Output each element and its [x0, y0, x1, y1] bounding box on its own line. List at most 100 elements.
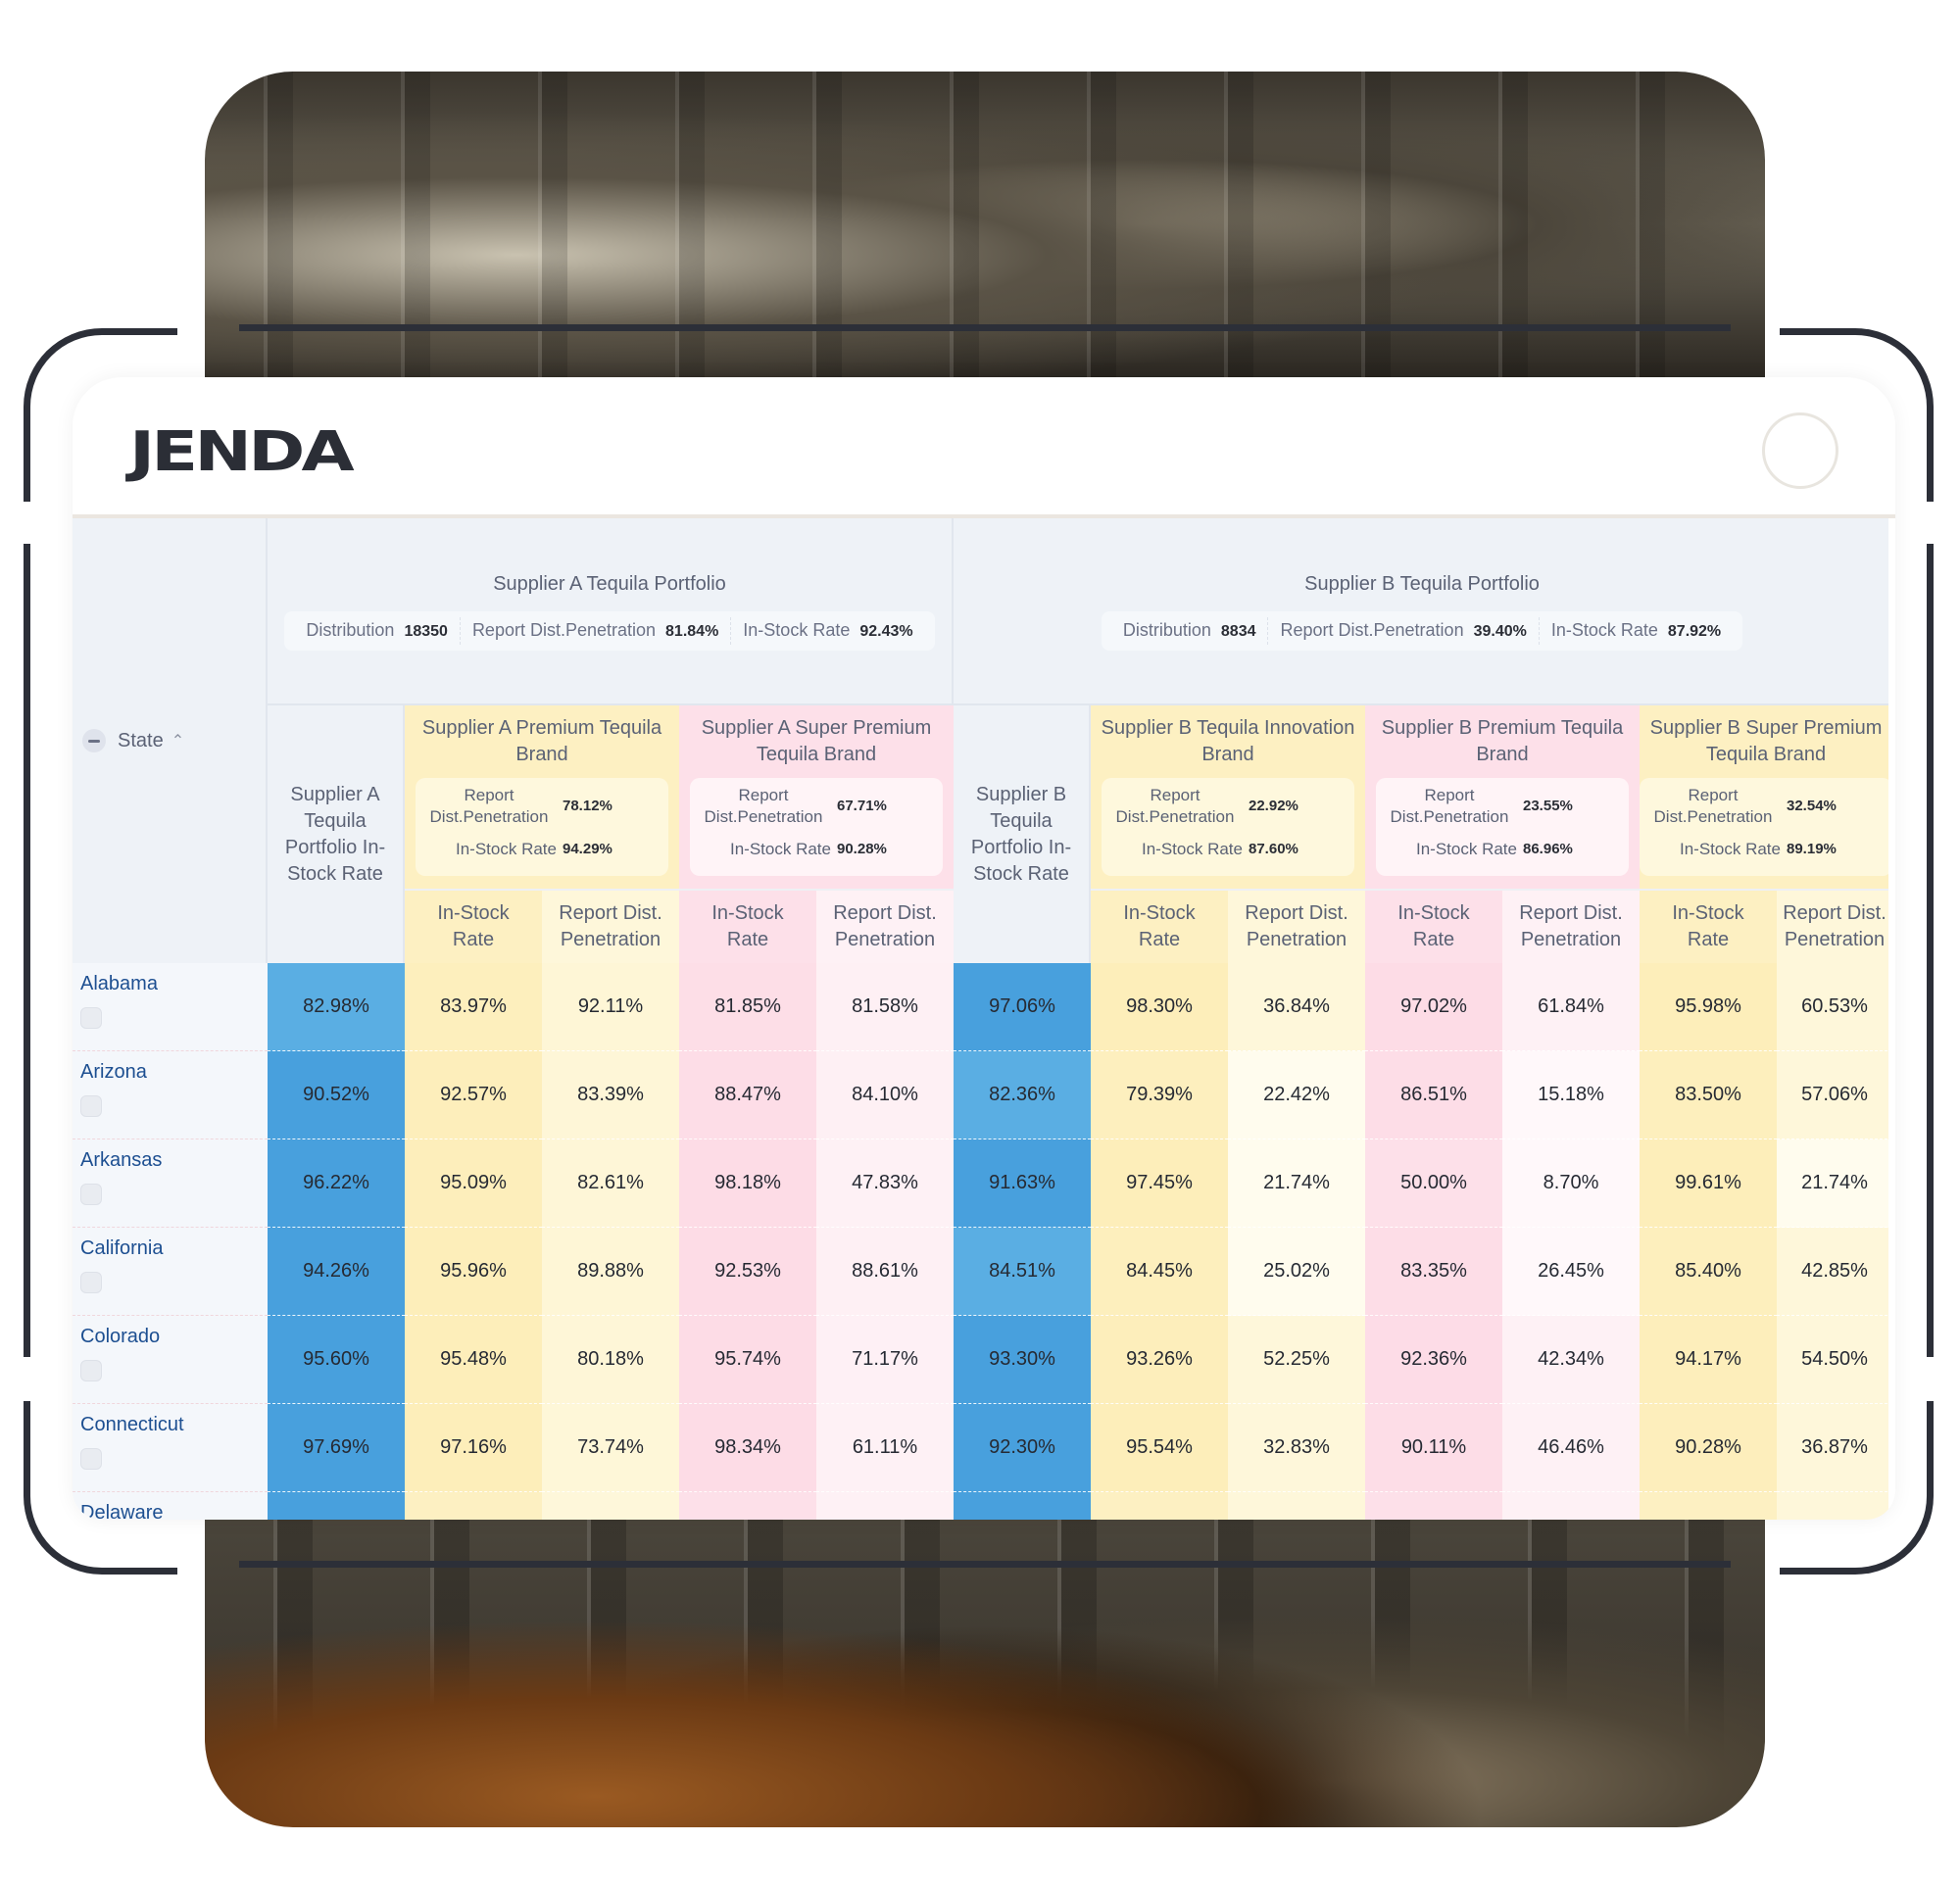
state-name[interactable]: Alabama: [80, 971, 158, 997]
data-cell[interactable]: 71.17%: [816, 1316, 954, 1404]
data-cell[interactable]: 36.87%: [1777, 1404, 1888, 1492]
data-cell[interactable]: 42.85%: [1777, 1228, 1888, 1316]
data-cell[interactable]: [1502, 1492, 1640, 1520]
data-cell[interactable]: 97.02%: [1365, 963, 1502, 1051]
data-cell[interactable]: 95.54%: [1091, 1404, 1228, 1492]
row-checkbox[interactable]: [80, 1184, 102, 1205]
data-cell[interactable]: [405, 1492, 542, 1520]
instock-column-header[interactable]: In-Stock Rate: [1091, 889, 1228, 963]
data-cell[interactable]: 90.28%: [1640, 1404, 1777, 1492]
data-cell[interactable]: [679, 1492, 816, 1520]
data-cell[interactable]: 92.57%: [405, 1051, 542, 1139]
state-name[interactable]: Arkansas: [80, 1147, 162, 1174]
data-cell[interactable]: 15.18%: [1502, 1051, 1640, 1139]
data-cell[interactable]: 84.51%: [954, 1228, 1091, 1316]
data-cell[interactable]: 98.18%: [679, 1139, 816, 1228]
brand-header[interactable]: Supplier B Super Premium Tequila Brand Re…: [1640, 705, 1888, 889]
data-cell[interactable]: 84.45%: [1091, 1228, 1228, 1316]
brand-header[interactable]: Supplier A Super Premium Tequila Brand Re…: [679, 705, 954, 889]
data-cell[interactable]: 25.02%: [1228, 1228, 1365, 1316]
data-cell[interactable]: 97.69%: [268, 1404, 405, 1492]
portfolio-instock-header[interactable]: Supplier A Tequila Portfolio In-Stock Ra…: [268, 705, 405, 963]
row-checkbox[interactable]: [80, 1272, 102, 1293]
data-cell[interactable]: 95.96%: [405, 1228, 542, 1316]
data-cell[interactable]: 82.61%: [542, 1139, 679, 1228]
data-cell[interactable]: 84.10%: [816, 1051, 954, 1139]
penetration-column-header[interactable]: Report Dist. Penetration: [1777, 889, 1888, 963]
data-cell[interactable]: 90.11%: [1365, 1404, 1502, 1492]
data-cell[interactable]: 97.06%: [954, 963, 1091, 1051]
state-name[interactable]: Colorado: [80, 1324, 160, 1350]
brand-header[interactable]: Supplier B Tequila Innovation Brand Repor…: [1091, 705, 1365, 889]
state-row-header[interactable]: Arizona: [73, 1051, 268, 1139]
data-cell[interactable]: [816, 1492, 954, 1520]
data-cell[interactable]: 86.51%: [1365, 1051, 1502, 1139]
data-cell[interactable]: [954, 1492, 1091, 1520]
brand-header[interactable]: Supplier A Premium Tequila Brand Report D…: [405, 705, 679, 889]
data-cell[interactable]: 97.45%: [1091, 1139, 1228, 1228]
data-cell[interactable]: 81.58%: [816, 963, 954, 1051]
penetration-column-header[interactable]: Report Dist. Penetration: [816, 889, 954, 963]
data-cell[interactable]: 92.11%: [542, 963, 679, 1051]
data-cell[interactable]: 98.30%: [1091, 963, 1228, 1051]
data-cell[interactable]: 99.61%: [1640, 1139, 1777, 1228]
data-cell[interactable]: 83.97%: [405, 963, 542, 1051]
data-cell[interactable]: 92.30%: [954, 1404, 1091, 1492]
state-row-header[interactable]: Alabama: [73, 963, 268, 1051]
data-cell[interactable]: 60.53%: [1777, 963, 1888, 1051]
data-cell[interactable]: 36.84%: [1228, 963, 1365, 1051]
data-cell[interactable]: 80.18%: [542, 1316, 679, 1404]
sort-caret-up-icon[interactable]: ⌃: [172, 728, 184, 754]
data-cell[interactable]: 94.26%: [268, 1228, 405, 1316]
state-name[interactable]: Connecticut: [80, 1412, 184, 1438]
data-cell[interactable]: 82.98%: [268, 963, 405, 1051]
data-cell[interactable]: 88.61%: [816, 1228, 954, 1316]
data-cell[interactable]: [1091, 1492, 1228, 1520]
data-cell[interactable]: [1365, 1492, 1502, 1520]
data-cell[interactable]: 94.17%: [1640, 1316, 1777, 1404]
row-checkbox[interactable]: [80, 1007, 102, 1029]
data-cell[interactable]: 21.74%: [1777, 1139, 1888, 1228]
data-cell[interactable]: 61.84%: [1502, 963, 1640, 1051]
instock-column-header[interactable]: In-Stock Rate: [1640, 889, 1777, 963]
penetration-column-header[interactable]: Report Dist. Penetration: [1228, 889, 1365, 963]
data-cell[interactable]: 26.45%: [1502, 1228, 1640, 1316]
penetration-column-header[interactable]: Report Dist. Penetration: [1502, 889, 1640, 963]
data-cell[interactable]: 61.11%: [816, 1404, 954, 1492]
data-cell[interactable]: 42.34%: [1502, 1316, 1640, 1404]
data-cell[interactable]: 21.74%: [1228, 1139, 1365, 1228]
data-cell[interactable]: 32.83%: [1228, 1404, 1365, 1492]
data-cell[interactable]: 79.39%: [1091, 1051, 1228, 1139]
data-cell[interactable]: 90.52%: [268, 1051, 405, 1139]
data-cell[interactable]: 88.47%: [679, 1051, 816, 1139]
state-row-header[interactable]: California: [73, 1228, 268, 1316]
data-cell[interactable]: [1777, 1492, 1888, 1520]
state-row-header[interactable]: Connecticut: [73, 1404, 268, 1492]
data-cell[interactable]: 57.06%: [1777, 1051, 1888, 1139]
avatar[interactable]: [1762, 412, 1838, 489]
data-cell[interactable]: 95.48%: [405, 1316, 542, 1404]
instock-column-header[interactable]: In-Stock Rate: [679, 889, 816, 963]
data-cell[interactable]: 97.16%: [405, 1404, 542, 1492]
data-cell[interactable]: 46.46%: [1502, 1404, 1640, 1492]
data-cell[interactable]: 73.74%: [542, 1404, 679, 1492]
state-row-header[interactable]: Delaware: [73, 1492, 268, 1520]
instock-column-header[interactable]: In-Stock Rate: [405, 889, 542, 963]
data-cell[interactable]: 50.00%: [1365, 1139, 1502, 1228]
portfolio-instock-header[interactable]: Supplier B Tequila Portfolio In-Stock Ra…: [954, 705, 1091, 963]
state-name[interactable]: California: [80, 1236, 163, 1262]
data-cell[interactable]: 82.36%: [954, 1051, 1091, 1139]
data-cell[interactable]: [268, 1492, 405, 1520]
row-checkbox[interactable]: [80, 1448, 102, 1470]
data-cell[interactable]: 81.85%: [679, 963, 816, 1051]
state-name[interactable]: Arizona: [80, 1059, 147, 1086]
instock-column-header[interactable]: In-Stock Rate: [1365, 889, 1502, 963]
data-cell[interactable]: [1640, 1492, 1777, 1520]
row-checkbox[interactable]: [80, 1095, 102, 1117]
data-cell[interactable]: 96.22%: [268, 1139, 405, 1228]
data-cell[interactable]: 83.39%: [542, 1051, 679, 1139]
data-cell[interactable]: 89.88%: [542, 1228, 679, 1316]
data-cell[interactable]: 92.36%: [1365, 1316, 1502, 1404]
data-cell[interactable]: 22.42%: [1228, 1051, 1365, 1139]
data-cell[interactable]: 54.50%: [1777, 1316, 1888, 1404]
